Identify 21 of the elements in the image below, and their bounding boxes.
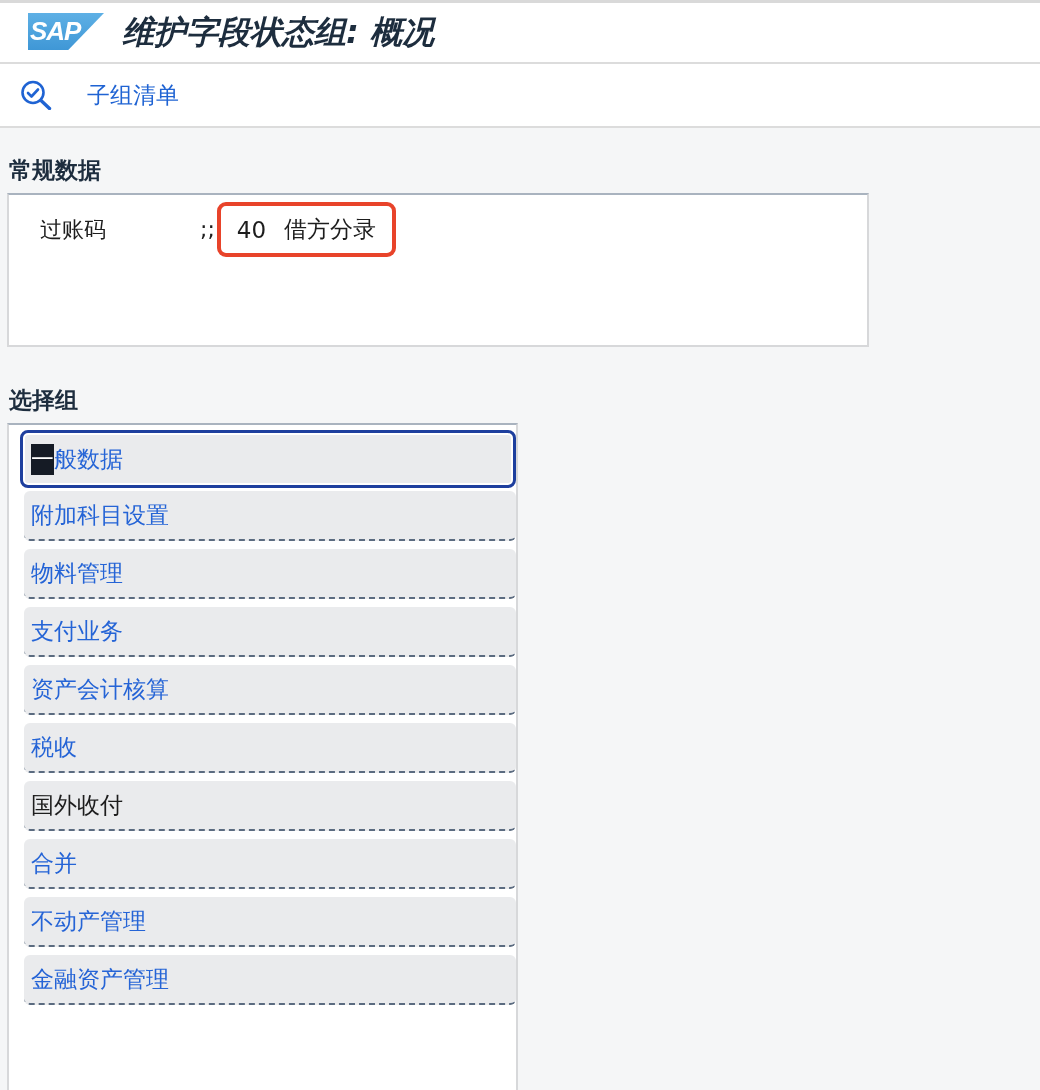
section-title: 选择组 [9, 386, 78, 415]
field-description: 借方分录 [284, 215, 377, 244]
field-value: 40 [236, 216, 267, 243]
group-list-item[interactable]: 物料管理 [24, 549, 516, 599]
group-list-item[interactable]: 合并 [24, 839, 516, 889]
group-list-item[interactable]: 税收 [24, 723, 516, 773]
group-list-item[interactable]: 附加科目设置 [24, 491, 516, 541]
check-button[interactable] [18, 78, 54, 112]
separator-text: ;; [200, 217, 215, 242]
logo: SAP [28, 13, 104, 50]
group-list-item[interactable]: 支付业务 [24, 607, 516, 657]
search-check-icon [20, 80, 52, 110]
page-title: 维护字段状态组: 概况 [122, 11, 434, 53]
group-list-item[interactable]: 不动产管理 [24, 897, 516, 947]
field-label: 过账码 [40, 215, 107, 244]
group-list-item[interactable]: 国外收付 [24, 781, 516, 831]
group-list-item[interactable]: 资产会计核算 [24, 665, 516, 715]
toolbar-button[interactable]: 子组清单 [87, 79, 179, 111]
section-title: 常规数据 [9, 156, 101, 185]
group-list-item[interactable]: 一般数据 [20, 430, 516, 488]
group-list-item[interactable]: 金融资产管理 [24, 955, 516, 1005]
